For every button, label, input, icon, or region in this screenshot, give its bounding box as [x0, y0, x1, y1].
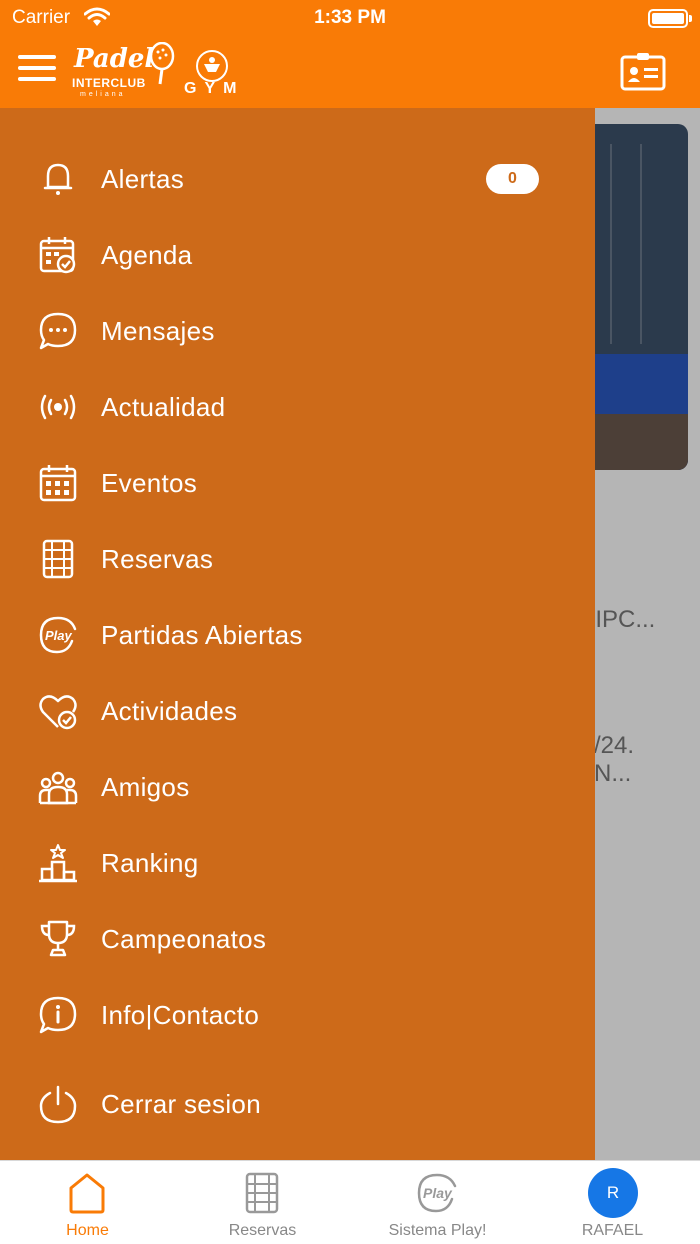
- bell-icon: [43, 163, 73, 195]
- info-bubble-icon: [39, 996, 77, 1034]
- tab-reservas[interactable]: Reservas: [175, 1161, 350, 1244]
- court-icon: [245, 1172, 279, 1214]
- power-icon: [39, 1085, 77, 1124]
- logout-button[interactable]: Cerrar sesion: [0, 1072, 595, 1136]
- tab-home[interactable]: Home: [0, 1161, 175, 1244]
- svg-text:Play: Play: [45, 628, 73, 643]
- alerts-count-badge: 0: [486, 164, 539, 194]
- side-drawer: Alertas 0 Agenda Mensajes Actualidad Eve…: [0, 108, 595, 1160]
- menu-item-agenda[interactable]: Agenda: [0, 223, 595, 287]
- battery-icon: [648, 9, 692, 28]
- menu-item-ranking[interactable]: Ranking: [0, 831, 595, 895]
- menu-item-info-contacto[interactable]: Info|Contacto: [0, 983, 595, 1047]
- tab-profile[interactable]: R RAFAEL: [525, 1161, 700, 1244]
- menu-item-actividades[interactable]: Actividades: [0, 679, 595, 743]
- status-bar: Carrier 1:33 PM: [0, 0, 700, 36]
- play-icon: Play: [417, 1173, 457, 1213]
- friends-icon: [38, 771, 78, 805]
- club-logo: Padel INTERCLUB meliana GYM: [72, 42, 245, 98]
- menu-button[interactable]: [18, 55, 56, 83]
- bottom-tab-bar: Home Reservas Play Sistema Play! R RAFAE…: [0, 1160, 700, 1244]
- trophy-icon: [40, 920, 76, 957]
- calendar-grid-icon: [39, 465, 77, 502]
- court-icon: [42, 539, 74, 579]
- heart-check-icon: [39, 695, 77, 730]
- home-icon: [69, 1173, 105, 1214]
- menu-item-campeonatos[interactable]: Campeonatos: [0, 907, 595, 971]
- menu-item-eventos[interactable]: Eventos: [0, 451, 595, 515]
- avatar: R: [588, 1168, 638, 1218]
- menu-item-reservas[interactable]: Reservas: [0, 527, 595, 591]
- tab-sistema-play[interactable]: Play Sistema Play!: [350, 1161, 525, 1244]
- clock: 1:33 PM: [314, 7, 386, 28]
- menu-item-actualidad[interactable]: Actualidad: [0, 375, 595, 439]
- menu-item-partidas-abiertas[interactable]: Play Partidas Abiertas: [0, 603, 595, 667]
- podium-icon: [39, 844, 77, 883]
- background-text: /24.: [594, 732, 635, 759]
- broadcast-icon: [40, 394, 76, 420]
- play-icon: Play: [39, 616, 77, 654]
- menu-item-alertas[interactable]: Alertas 0: [0, 147, 595, 211]
- chat-bubble-icon: [39, 312, 77, 350]
- gym-figure-icon: [196, 50, 228, 82]
- top-app-bar: Carrier 1:33 PM Padel INTERCLUB meliana …: [0, 0, 700, 108]
- menu-item-mensajes[interactable]: Mensajes: [0, 299, 595, 363]
- padel-racket-icon: [149, 42, 175, 85]
- background-text: N...: [594, 760, 632, 787]
- calendar-check-icon: [39, 237, 76, 274]
- member-card-icon[interactable]: [620, 51, 666, 91]
- menu-item-amigos[interactable]: Amigos: [0, 755, 595, 819]
- svg-text:Play: Play: [423, 1185, 453, 1201]
